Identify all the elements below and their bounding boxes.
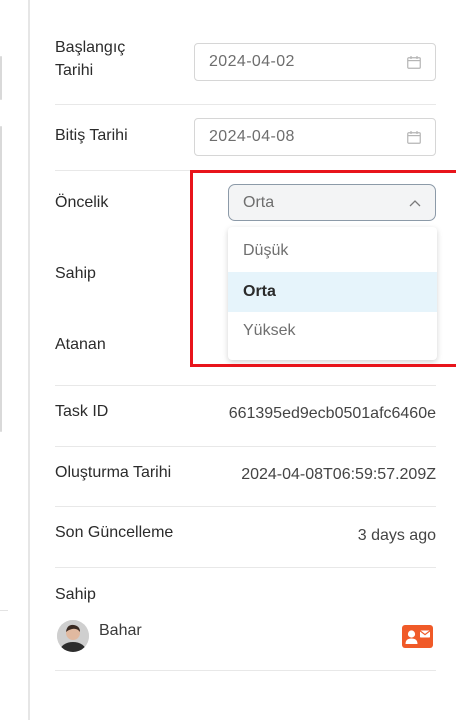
row-divider	[55, 506, 436, 507]
panel-divider-bottom	[0, 610, 8, 611]
start-date-label-line2: Tarihi	[55, 62, 94, 79]
owner-label: Sahip	[55, 265, 96, 282]
calendar-icon[interactable]	[407, 130, 421, 144]
owner-name: Bahar	[99, 622, 142, 639]
panel-border-top	[0, 56, 2, 100]
end-date-label: Bitiş Tarihi	[55, 127, 128, 144]
avatar	[57, 620, 89, 652]
start-date-label: Başlangıç Tarihi	[55, 36, 125, 82]
start-date-input[interactable]: 2024-04-02	[194, 43, 436, 81]
vertical-divider	[28, 0, 30, 720]
task-id-label: Task ID	[55, 403, 109, 420]
owner-section-title: Sahip	[55, 586, 96, 603]
row-divider	[55, 446, 436, 447]
task-id-value: 661395ed9ecb0501afc6460e	[228, 405, 436, 422]
start-date-value: 2024-04-02	[209, 53, 295, 70]
priority-label: Öncelik	[55, 194, 109, 211]
end-date-input[interactable]: 2024-04-08	[194, 118, 436, 156]
start-date-label-line1: Başlangıç	[55, 39, 126, 56]
row-divider	[55, 670, 436, 671]
updated-value: 3 days ago	[357, 527, 436, 544]
row-divider	[55, 567, 436, 568]
calendar-icon[interactable]	[407, 55, 421, 69]
created-value: 2024-04-08T06:59:57.209Z	[241, 466, 436, 483]
end-date-value: 2024-04-08	[209, 128, 295, 145]
highlight-box	[190, 170, 456, 367]
avatar-image	[57, 620, 89, 652]
updated-label: Son Güncelleme	[55, 524, 174, 541]
panel-border-middle	[0, 126, 2, 432]
assignee-label: Atanan	[55, 336, 106, 353]
row-divider	[55, 104, 436, 105]
left-panel-edge	[0, 0, 28, 720]
contact-card-icon[interactable]	[402, 625, 433, 648]
row-divider	[55, 385, 436, 386]
created-label: Oluşturma Tarihi	[55, 464, 172, 481]
